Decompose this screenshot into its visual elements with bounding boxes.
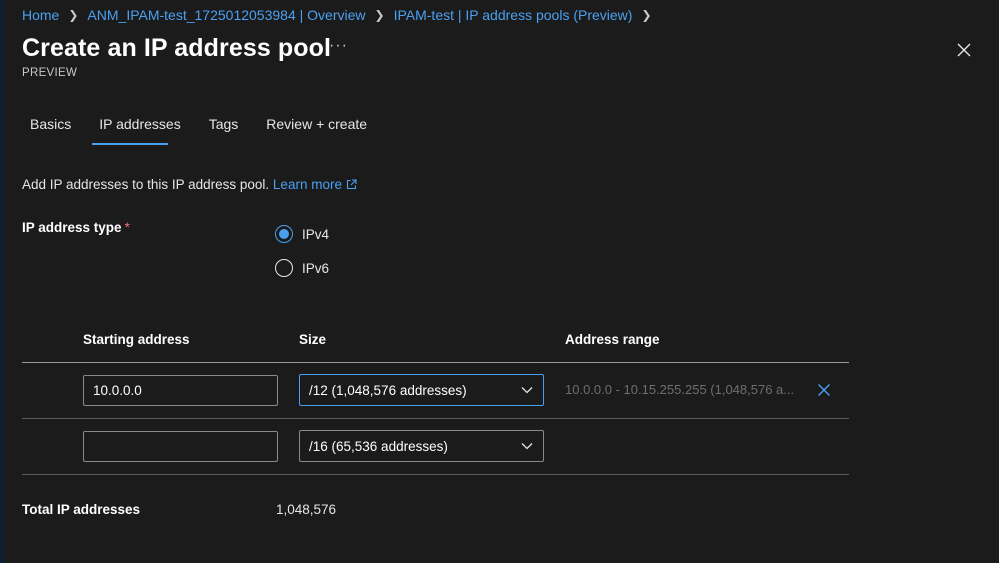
chevron-down-icon [521,387,533,394]
ip-address-type-label: IP address type * [22,220,130,235]
breadcrumb: Home ❯ ANM_IPAM-test_1725012053984 | Ove… [22,7,661,23]
ip-address-type-text: IP address type [22,220,122,235]
radio-ipv4-label: IPv4 [302,226,330,242]
tab-tags[interactable]: Tags [201,110,247,144]
chevron-down-icon [521,443,533,450]
delete-row-button[interactable] [816,382,832,398]
table-row-divider [22,418,849,419]
tab-ip-addresses[interactable]: IP addresses [91,110,188,144]
chevron-right-icon: ❯ [374,8,385,22]
total-ip-addresses-value: 1,048,576 [276,502,337,517]
required-asterisk: * [124,220,130,235]
radio-ipv4[interactable]: IPv4 [275,225,329,243]
learn-more-link[interactable]: Learn more [273,177,357,192]
external-link-icon [346,179,357,190]
chevron-right-icon: ❯ [68,8,79,22]
radio-selected-icon [275,225,293,243]
chevron-right-icon: ❯ [641,8,652,22]
total-ip-addresses-label: Total IP addresses [22,502,141,517]
tab-basics[interactable]: Basics [22,110,79,144]
size-select-row-2[interactable]: /16 (65,536 addresses) [299,430,544,462]
radio-ipv6[interactable]: IPv6 [275,259,329,277]
tab-review-create[interactable]: Review + create [258,110,375,144]
more-options-button[interactable]: ··· [329,37,348,55]
breadcrumb-home[interactable]: Home [22,7,59,23]
section-description: Add IP addresses to this IP address pool… [22,177,357,192]
starting-address-value: 10.0.0.0 [93,383,142,398]
active-tab-indicator [92,143,168,145]
table-header-divider [22,362,849,363]
column-header-size: Size [299,332,327,347]
column-header-address-range: Address range [565,332,660,347]
column-header-starting-address: Starting address [83,332,190,347]
size-select-value: /16 (65,536 addresses) [309,438,448,454]
close-button[interactable] [954,40,974,60]
page-subtitle: PREVIEW [22,67,78,79]
description-text: Add IP addresses to this IP address pool… [22,177,270,192]
left-edge-strip [0,0,3,563]
starting-address-input-row-1[interactable]: 10.0.0.0 [83,375,278,406]
size-select-row-1[interactable]: /12 (1,048,576 addresses) [299,374,544,406]
close-icon [957,43,971,57]
address-range-row-1: 10.0.0.0 - 10.15.255.255 (1,048,576 a... [565,382,795,397]
radio-unselected-icon [275,259,293,277]
radio-ipv6-label: IPv6 [302,260,330,276]
learn-more-label: Learn more [272,177,342,192]
breadcrumb-ip-address-pools[interactable]: IPAM-test | IP address pools (Preview) [394,7,633,23]
delete-x-icon [818,384,830,396]
table-bottom-divider [22,474,849,475]
page-title: Create an IP address pool [22,34,332,62]
starting-address-input-row-2[interactable] [83,431,278,462]
tab-bar: Basics IP addresses Tags Review + create [22,110,387,146]
breadcrumb-ipam-overview[interactable]: ANM_IPAM-test_1725012053984 | Overview [87,7,365,23]
size-select-value: /12 (1,048,576 addresses) [309,382,467,398]
